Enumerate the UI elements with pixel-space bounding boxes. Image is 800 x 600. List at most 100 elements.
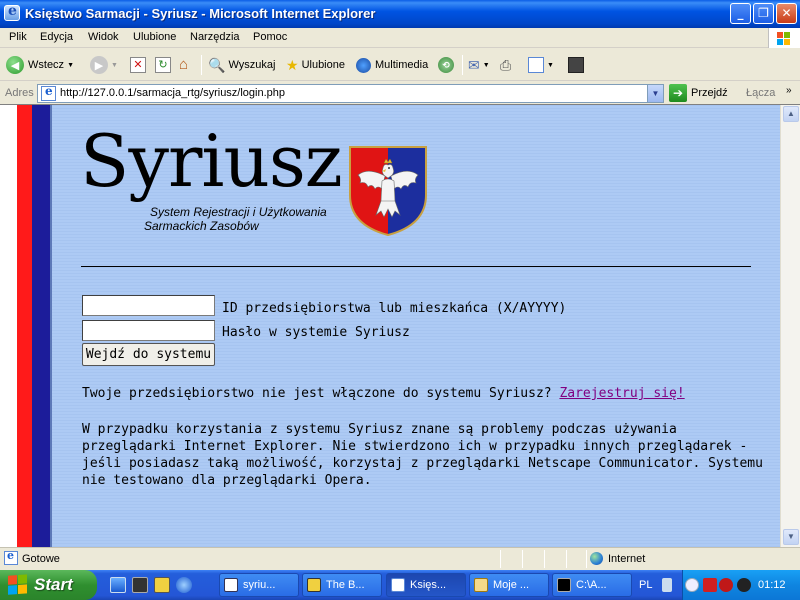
flag-stripes [0,105,52,547]
app-icon [307,578,321,592]
quicklaunch-ie-icon[interactable] [176,577,192,593]
media-icon [356,57,371,73]
minimize-button[interactable]: _ [730,3,751,24]
password-input-label: Hasło w systemie Syriusz [222,325,410,340]
logo-title: Syriusz [80,119,343,203]
multimedia-label: Multimedia [375,59,429,71]
tray-virus-icon[interactable] [719,578,733,592]
taskbar-item[interactable]: The B... [302,573,382,597]
go-button[interactable]: ➔ Przejdź [669,84,728,102]
address-dropdown-button[interactable]: ▼ [647,85,663,102]
window-title: Księstwo Sarmacji - Syriusz - Microsoft … [25,6,376,21]
taskbar-item-label: syriu... [243,579,276,591]
password-input[interactable] [82,320,215,341]
print-button[interactable]: ⎙ [500,55,511,75]
home-button[interactable]: ⌂ [179,55,195,75]
search-button[interactable]: 🔍 Wyszukaj [208,55,275,75]
edit-icon [528,57,544,73]
tray-arrow-icon[interactable] [685,578,699,592]
quicklaunch-explorer-icon[interactable] [110,577,126,593]
language-indicator[interactable]: PL [639,579,652,591]
header-divider [81,266,751,267]
scroll-down-button[interactable]: ▼ [783,529,799,545]
go-label: Przejdź [691,87,728,99]
taskbar-item-label: C:\A... [576,579,607,591]
globe-icon [590,552,603,565]
research-button[interactable] [568,55,584,75]
id-input[interactable] [82,295,215,316]
address-url[interactable]: http://127.0.0.1/sarmacja_rtg/syriusz/lo… [60,87,285,99]
page-icon [41,84,56,101]
forward-button[interactable]: ▶ ▼ [90,55,118,75]
menu-tools[interactable]: Narzędzia [190,31,240,43]
word-icon [224,578,238,592]
start-button[interactable]: Start [0,570,97,600]
taskbar-item[interactable]: syriu... [219,573,299,597]
stripe-white [0,105,17,547]
quicklaunch-game-icon[interactable] [154,577,170,593]
stop-icon: ✕ [130,57,146,73]
address-input[interactable]: http://127.0.0.1/sarmacja_rtg/syriusz/lo… [37,84,664,103]
multimedia-button[interactable]: Multimedia [356,55,428,75]
title-bar[interactable]: Księstwo Sarmacji - Syriusz - Microsoft … [0,0,800,28]
research-icon [568,57,584,73]
print-icon: ⎙ [500,56,512,73]
register-link[interactable]: Zarejestruj się! [559,386,684,401]
stop-button[interactable]: ✕ [130,55,146,75]
taskbar-item[interactable]: Moje ... [469,573,549,597]
menu-file[interactable]: Plik [9,31,27,43]
logo-subtitle-line2: Sarmackich Zasobów [144,219,259,233]
start-label: Start [34,575,73,594]
windows-logo-icon [8,574,28,595]
back-button[interactable]: ◀ Wstecz ▼ [6,55,74,75]
links-label[interactable]: Łącza [746,87,775,99]
ie-icon [391,578,405,592]
tray-security-icon[interactable] [703,578,717,592]
history-button[interactable]: ⟲ [438,55,454,75]
back-arrow-icon: ◀ [6,56,24,74]
clock: 01:12 [758,579,786,591]
login-button[interactable]: Wejdź do systemu [82,343,215,366]
tray-eye-icon[interactable] [737,578,751,592]
scroll-up-button[interactable]: ▲ [783,106,799,122]
favorites-label: Ulubione [301,59,345,71]
menu-view[interactable]: Widok [88,31,119,43]
logo-subtitle-line1: System Rejestracji i Użytkowania [150,205,327,219]
taskbar-item[interactable]: C:\A... [552,573,632,597]
refresh-button[interactable]: ↻ [155,55,171,75]
menu-help[interactable]: Pomoc [253,31,287,43]
chevron-down-icon: ▼ [547,61,554,69]
windows-flag-icon [768,28,800,48]
back-label: Wstecz [28,59,65,71]
maximize-icon: ❐ [758,6,769,20]
chevron-down-icon: ▼ [67,61,74,69]
chevron-right-icon[interactable]: » [786,85,792,96]
menu-edit[interactable]: Edycja [40,31,73,43]
mail-button[interactable]: ✉ ▼ [468,55,490,75]
standard-toolbar: ◀ Wstecz ▼ ▶ ▼ ✕ ↻ ⌂ 🔍 Wyszukaj ★ Ulubio… [0,49,800,81]
mail-icon: ✉ [468,56,480,73]
taskbar-item-active[interactable]: Księs... [386,573,466,597]
edit-button[interactable]: ▼ [528,55,554,75]
registration-notice: Twoje przedsiębiorstwo nie jest włączone… [82,386,685,401]
chevron-down-icon: ▼ [651,89,660,98]
taskbar-item-label: The B... [326,579,365,591]
chevron-up-icon: ▲ [787,109,795,118]
chevron-down-icon: ▼ [111,61,118,69]
chevron-down-icon: ▼ [787,532,795,541]
login-page: Syriusz System Rejestracji i Użytkowania… [52,105,780,547]
maximize-button[interactable]: ❐ [753,3,774,24]
chevron-down-icon: ▼ [482,61,490,69]
vertical-scrollbar[interactable]: ▲ ▼ [780,105,800,547]
home-icon: ⌂ [179,56,189,73]
tray-network-icon[interactable] [662,578,672,592]
menu-favorites[interactable]: Ulubione [133,31,176,43]
go-arrow-icon: ➔ [669,84,687,102]
console-icon [557,578,571,592]
close-button[interactable]: ✕ [776,3,797,24]
quicklaunch-save-icon[interactable] [132,577,148,593]
favorites-button[interactable]: ★ Ulubione [286,55,345,75]
history-icon: ⟲ [438,57,454,73]
browser-viewport: Syriusz System Rejestracji i Użytkowania… [0,104,800,547]
search-icon: 🔍 [208,56,226,73]
